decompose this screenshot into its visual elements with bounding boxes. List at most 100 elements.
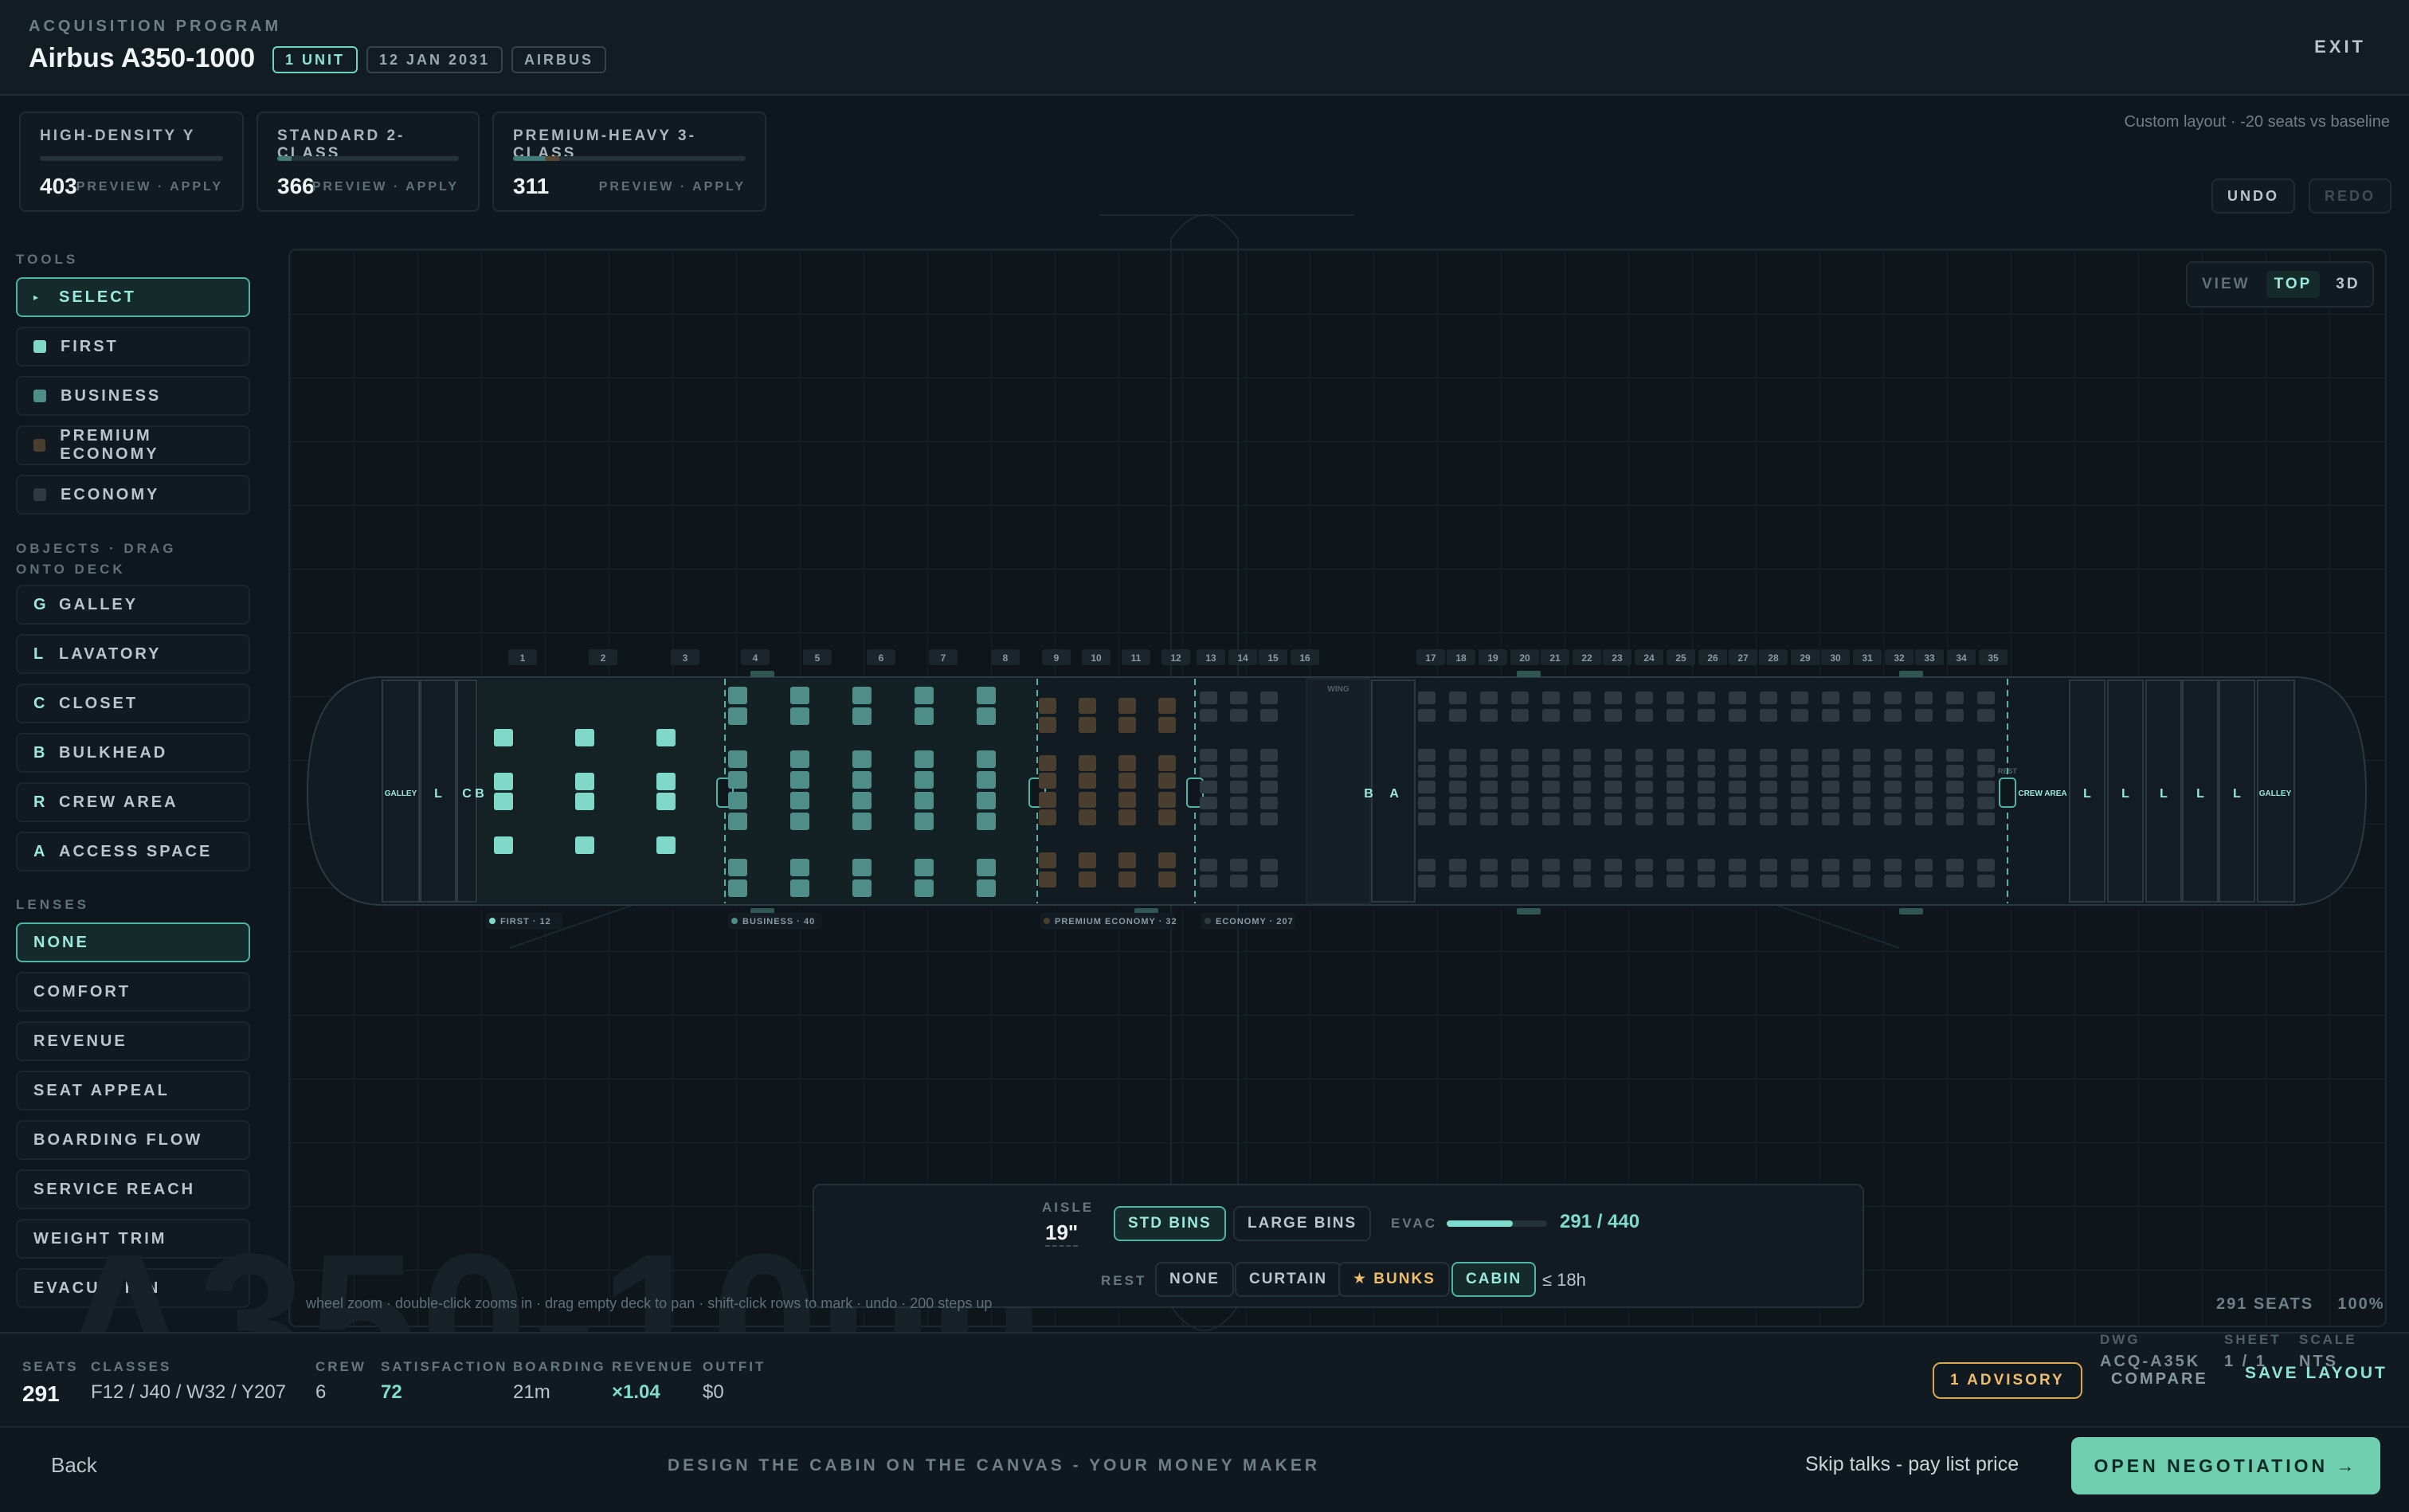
- business-class-seat[interactable]: [915, 687, 934, 704]
- row-label[interactable]: 33: [1915, 649, 1944, 665]
- business-class-seat[interactable]: [915, 859, 934, 876]
- business-class-seat[interactable]: [852, 792, 872, 809]
- open-negotiation-button[interactable]: OPEN NEGOTIATION →: [2071, 1437, 2380, 1494]
- row-label[interactable]: 30: [1821, 649, 1850, 665]
- economy-seat[interactable]: [1230, 765, 1248, 778]
- economy-seat[interactable]: [1604, 859, 1622, 872]
- economy-seat[interactable]: [1573, 781, 1591, 793]
- economy-seat[interactable]: [1573, 749, 1591, 762]
- row-label[interactable]: 35: [1979, 649, 2007, 665]
- economy-seat[interactable]: [1822, 749, 1839, 762]
- row-label[interactable]: 20: [1510, 649, 1539, 665]
- business-class-seat[interactable]: [977, 750, 996, 768]
- economy-seat[interactable]: [1542, 859, 1560, 872]
- economy-seat[interactable]: [1884, 813, 1902, 825]
- economy-seat[interactable]: [1230, 709, 1248, 722]
- economy-seat[interactable]: [1946, 813, 1964, 825]
- economy-seat[interactable]: [1449, 813, 1467, 825]
- row-label[interactable]: 8: [991, 649, 1020, 665]
- rest-cabin-button[interactable]: CABIN: [1451, 1262, 1537, 1297]
- economy-seat[interactable]: [1260, 691, 1278, 704]
- economy-seat[interactable]: [1729, 813, 1746, 825]
- premium-economy-seat[interactable]: [1158, 852, 1176, 868]
- row-label[interactable]: 14: [1228, 649, 1257, 665]
- economy-seat[interactable]: [1511, 691, 1529, 704]
- premium-economy-seat[interactable]: [1039, 792, 1056, 808]
- first-class-seat[interactable]: [494, 773, 513, 790]
- economy-seat[interactable]: [1760, 765, 1777, 778]
- economy-seat[interactable]: [1511, 859, 1529, 872]
- rest-bunks-button[interactable]: ★ BUNKS: [1338, 1262, 1450, 1297]
- business-class-seat[interactable]: [728, 707, 747, 725]
- row-label[interactable]: 9: [1042, 649, 1071, 665]
- economy-seat[interactable]: [1791, 709, 1808, 722]
- economy-seat[interactable]: [1573, 859, 1591, 872]
- first-class-seat[interactable]: [494, 836, 513, 854]
- economy-seat[interactable]: [1418, 781, 1436, 793]
- row-label[interactable]: 24: [1635, 649, 1663, 665]
- economy-seat[interactable]: [1418, 749, 1436, 762]
- economy-seat[interactable]: [1667, 875, 1684, 887]
- economy-seat[interactable]: [1791, 859, 1808, 872]
- economy-seat[interactable]: [1573, 797, 1591, 809]
- premium-economy-seat[interactable]: [1118, 792, 1136, 808]
- economy-seat[interactable]: [1542, 691, 1560, 704]
- economy-seat[interactable]: [1604, 709, 1622, 722]
- business-class-seat[interactable]: [915, 792, 934, 809]
- row-label[interactable]: 5: [803, 649, 832, 665]
- economy-seat[interactable]: [1480, 813, 1498, 825]
- row-label[interactable]: 10: [1082, 649, 1110, 665]
- row-label[interactable]: 3: [671, 649, 699, 665]
- economy-seat[interactable]: [1822, 709, 1839, 722]
- economy-seat[interactable]: [1260, 749, 1278, 762]
- first-class-seat[interactable]: [656, 793, 676, 810]
- back-button[interactable]: Back: [51, 1453, 97, 1478]
- economy-seat[interactable]: [1230, 781, 1248, 793]
- economy-seat[interactable]: [1729, 691, 1746, 704]
- premium-economy-seat[interactable]: [1158, 872, 1176, 887]
- economy-seat[interactable]: [1760, 749, 1777, 762]
- economy-seat[interactable]: [1884, 859, 1902, 872]
- economy-seat[interactable]: [1698, 691, 1715, 704]
- row-label[interactable]: 28: [1759, 649, 1788, 665]
- economy-seat[interactable]: [1635, 859, 1653, 872]
- economy-seat[interactable]: [1230, 875, 1248, 887]
- business-class-seat[interactable]: [790, 879, 809, 897]
- business-class-seat[interactable]: [728, 879, 747, 897]
- economy-seat[interactable]: [1200, 781, 1217, 793]
- premium-economy-seat[interactable]: [1079, 773, 1096, 789]
- economy-seat[interactable]: [1698, 859, 1715, 872]
- economy-seat[interactable]: [1511, 813, 1529, 825]
- premium-economy-seat[interactable]: [1158, 809, 1176, 825]
- premium-economy-seat[interactable]: [1039, 698, 1056, 714]
- premium-economy-seat[interactable]: [1079, 852, 1096, 868]
- economy-seat[interactable]: [1449, 709, 1467, 722]
- economy-seat[interactable]: [1542, 875, 1560, 887]
- economy-seat[interactable]: [1822, 875, 1839, 887]
- business-class-seat[interactable]: [977, 792, 996, 809]
- rest-none-button[interactable]: NONE: [1155, 1262, 1234, 1297]
- economy-seat[interactable]: [1604, 749, 1622, 762]
- economy-seat[interactable]: [1760, 813, 1777, 825]
- economy-seat[interactable]: [1946, 859, 1964, 872]
- economy-seat[interactable]: [1449, 781, 1467, 793]
- economy-seat[interactable]: [1667, 797, 1684, 809]
- economy-seat[interactable]: [1760, 797, 1777, 809]
- premium-economy-seat[interactable]: [1039, 755, 1056, 771]
- row-label[interactable]: 31: [1853, 649, 1882, 665]
- economy-seat[interactable]: [1542, 781, 1560, 793]
- economy-seat[interactable]: [1853, 765, 1870, 778]
- economy-seat[interactable]: [1853, 709, 1870, 722]
- economy-seat[interactable]: [1698, 797, 1715, 809]
- premium-economy-seat[interactable]: [1158, 773, 1176, 789]
- business-class-seat[interactable]: [728, 687, 747, 704]
- std-bins-button[interactable]: STD BINS: [1114, 1206, 1226, 1241]
- premium-economy-seat[interactable]: [1079, 872, 1096, 887]
- economy-seat[interactable]: [1884, 749, 1902, 762]
- economy-seat[interactable]: [1449, 797, 1467, 809]
- economy-seat[interactable]: [1200, 749, 1217, 762]
- economy-seat[interactable]: [1604, 813, 1622, 825]
- economy-seat[interactable]: [1760, 709, 1777, 722]
- economy-seat[interactable]: [1667, 749, 1684, 762]
- economy-seat[interactable]: [1915, 781, 1933, 793]
